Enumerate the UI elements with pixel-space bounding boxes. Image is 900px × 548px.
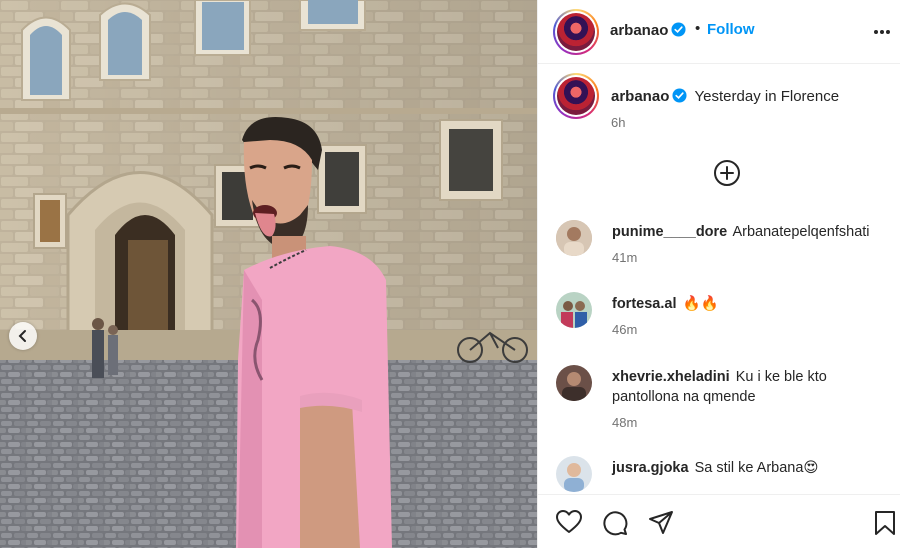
comment-time[interactable]: 46m bbox=[612, 322, 637, 337]
comment-text: Sa stil ke Arbana😍 bbox=[694, 460, 819, 476]
comment-username[interactable]: punime____dore bbox=[612, 224, 727, 240]
comment-text: Arbanatepelqenfshati bbox=[732, 224, 870, 240]
verified-badge-icon bbox=[672, 88, 687, 103]
caption-text: Yesterday in Florence bbox=[694, 88, 840, 105]
caption-avatar[interactable] bbox=[553, 73, 599, 119]
florence-street-photo bbox=[0, 0, 537, 548]
comment-text: 🔥🔥 bbox=[682, 296, 719, 312]
commenter-avatar[interactable] bbox=[556, 456, 592, 492]
comment-time[interactable]: 48m bbox=[612, 415, 637, 430]
heart-icon[interactable] bbox=[556, 510, 582, 534]
comment-username[interactable]: jusra.gjoka bbox=[612, 460, 689, 476]
comment-icon[interactable] bbox=[602, 510, 628, 536]
plus-circle-icon[interactable] bbox=[713, 159, 741, 187]
action-bar bbox=[538, 494, 900, 548]
commenter-avatar[interactable] bbox=[556, 220, 592, 256]
author-username[interactable]: arbanao bbox=[610, 22, 686, 39]
chevron-left-icon bbox=[18, 330, 26, 342]
comment-username[interactable]: xhevrie.xheladini bbox=[612, 369, 730, 385]
caption-time[interactable]: 6h bbox=[611, 115, 625, 130]
comment-body: xhevrie.xheladini Ku i ke ble kto pantol… bbox=[612, 367, 885, 407]
comment-body: punime____dore Arbanatepelqenfshati bbox=[612, 222, 885, 242]
verified-badge-icon bbox=[671, 22, 686, 37]
commenter-avatar[interactable] bbox=[556, 365, 592, 401]
carousel-prev-button[interactable] bbox=[9, 322, 37, 350]
follow-button[interactable]: Follow bbox=[707, 21, 755, 38]
caption: arbanao Yesterday in Florence bbox=[611, 88, 839, 105]
comment-username[interactable]: fortesa.al bbox=[612, 296, 676, 312]
post-photo[interactable] bbox=[0, 0, 537, 548]
comment-body: jusra.gjoka Sa stil ke Arbana😍 bbox=[612, 458, 885, 478]
more-options-icon[interactable] bbox=[873, 29, 891, 35]
header-separator: • bbox=[695, 20, 701, 37]
bookmark-icon[interactable] bbox=[874, 510, 896, 536]
paper-plane-icon[interactable] bbox=[648, 510, 674, 536]
comment-body: fortesa.al 🔥🔥 bbox=[612, 294, 885, 314]
post-header: arbanao • Follow bbox=[538, 0, 900, 64]
caption-username[interactable]: arbanao bbox=[611, 88, 669, 105]
author-avatar[interactable] bbox=[553, 9, 599, 55]
commenter-avatar[interactable] bbox=[556, 292, 592, 328]
comment-time[interactable]: 41m bbox=[612, 250, 637, 265]
post-sidebar: arbanao • Follow arbanao Yesterday in Fl… bbox=[537, 0, 900, 548]
